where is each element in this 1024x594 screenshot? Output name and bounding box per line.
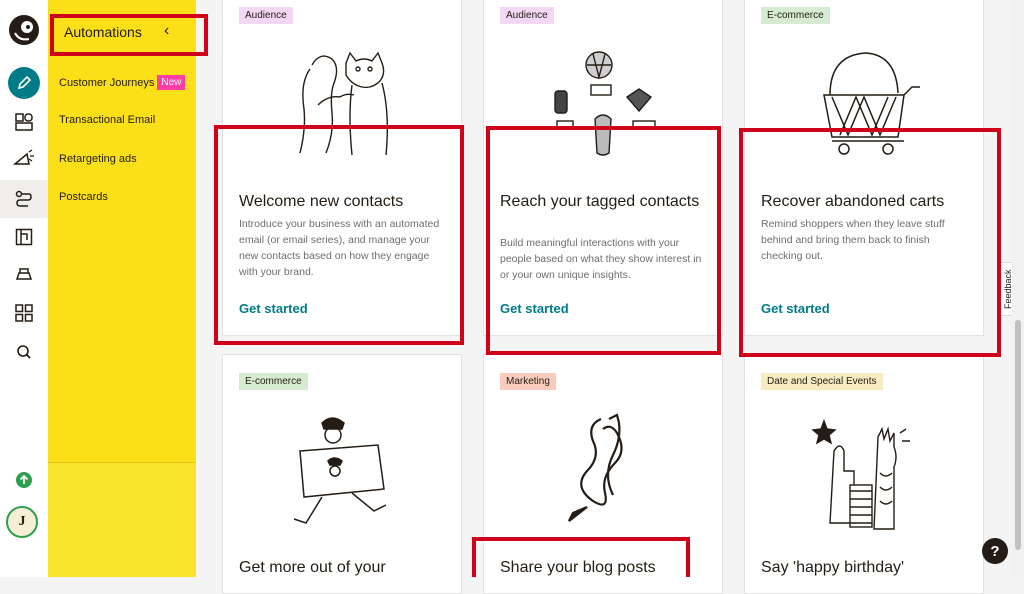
card-title: Welcome new contacts bbox=[239, 193, 404, 210]
card-title: Reach your tagged contacts bbox=[500, 193, 700, 210]
card-title: Say 'happy birthday' bbox=[761, 559, 905, 576]
sidebar-item-label: Retargeting ads bbox=[59, 153, 137, 165]
content-studio-icon[interactable] bbox=[10, 260, 38, 288]
integrations-grid-icon[interactable] bbox=[10, 299, 38, 327]
automation-templates-grid: Audience Welcome new contacts Introduce … bbox=[196, 0, 1024, 594]
sidebar-item-postcards[interactable]: Postcards bbox=[59, 191, 108, 203]
sidebar-lower-area bbox=[48, 463, 196, 577]
card-recover-abandoned-carts[interactable]: E-commerce Recover abandoned carts Remin… bbox=[744, 0, 984, 336]
sidebar-item-label: Customer Journeys bbox=[59, 77, 155, 89]
get-started-link[interactable]: Get started bbox=[500, 301, 569, 316]
card-reach-tagged-contacts[interactable]: Audience Reach your tagged contacts Buil… bbox=[483, 0, 723, 336]
sidebar-header[interactable]: Automations ‹ bbox=[52, 14, 192, 50]
automations-sidebar: Automations ‹ Customer Journeys New Trans… bbox=[48, 0, 196, 577]
card-share-blog-posts[interactable]: Marketing Share your blog posts bbox=[483, 354, 723, 594]
category-tag: Marketing bbox=[500, 373, 556, 390]
pencil-create-icon[interactable] bbox=[8, 67, 40, 99]
card-get-more-out-of-your[interactable]: E-commerce Get more out of your bbox=[222, 354, 462, 594]
card-description: Introduce your business with an automate… bbox=[239, 218, 440, 278]
category-tag: Audience bbox=[239, 7, 293, 24]
left-rail: J bbox=[0, 0, 49, 577]
upgrade-arrow-icon[interactable] bbox=[10, 466, 38, 494]
collapse-chevron-icon[interactable]: ‹ bbox=[164, 22, 169, 40]
card-title: Get more out of your bbox=[239, 559, 386, 576]
get-started-link[interactable]: Get started bbox=[239, 301, 308, 316]
category-tag: E-commerce bbox=[761, 7, 830, 24]
card-title: Share your blog posts bbox=[500, 559, 656, 576]
sidebar-title: Automations bbox=[64, 24, 142, 40]
website-icon[interactable] bbox=[10, 223, 38, 251]
vertical-scrollbar[interactable] bbox=[1012, 0, 1024, 577]
gems-illustration bbox=[554, 51, 656, 156]
sidebar-item-transactional-email[interactable]: Transactional Email bbox=[59, 114, 155, 126]
category-tag: Audience bbox=[500, 7, 554, 24]
scrollbar-thumb[interactable] bbox=[1015, 320, 1021, 550]
sidebar-item-customer-journeys[interactable]: Customer Journeys New bbox=[59, 75, 186, 90]
card-title: Recover abandoned carts bbox=[761, 193, 945, 210]
pencil-knot-illustration bbox=[568, 413, 623, 522]
get-started-link[interactable]: Get started bbox=[761, 301, 830, 316]
category-tag: E-commerce bbox=[239, 373, 308, 390]
sidebar-item-label: Transactional Email bbox=[59, 114, 156, 126]
person-holding-sign-illustration bbox=[293, 417, 387, 524]
card-description: Remind shoppers when they leave stuff be… bbox=[761, 218, 945, 262]
card-say-happy-birthday[interactable]: Date and Special Events Say 'happy birth… bbox=[744, 354, 984, 594]
campaigns-megaphone-icon[interactable] bbox=[10, 145, 38, 173]
people-whispering-illustration bbox=[299, 51, 389, 156]
audience-icon[interactable] bbox=[10, 108, 38, 136]
help-button[interactable]: ? bbox=[982, 538, 1008, 564]
card-description: Build meaningful interactions with your … bbox=[500, 237, 702, 281]
shopping-cart-illustration bbox=[823, 52, 920, 155]
avatar[interactable]: J bbox=[6, 506, 38, 538]
celebration-hands-illustration bbox=[811, 419, 910, 530]
sidebar-item-retargeting-ads[interactable]: Retargeting ads bbox=[59, 153, 137, 165]
new-badge: New bbox=[157, 75, 186, 90]
automations-icon[interactable] bbox=[10, 185, 38, 213]
sidebar-item-label: Postcards bbox=[59, 191, 108, 203]
card-welcome-new-contacts[interactable]: Audience Welcome new contacts Introduce … bbox=[222, 0, 462, 336]
mailchimp-logo-icon[interactable] bbox=[6, 12, 42, 48]
avatar-initial: J bbox=[18, 514, 26, 529]
search-icon[interactable] bbox=[10, 338, 38, 366]
category-tag: Date and Special Events bbox=[761, 373, 883, 390]
